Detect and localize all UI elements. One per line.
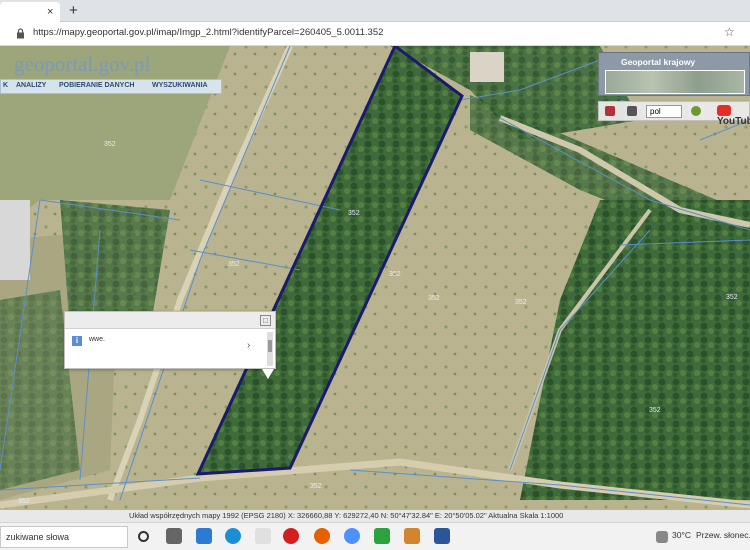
parcel-label: 352: [389, 271, 401, 278]
chrome-icon[interactable]: [344, 528, 360, 544]
menu-item-analizy[interactable]: ANALIZY: [16, 82, 46, 89]
youtube-icon: [717, 105, 731, 116]
parcel-label: 352: [228, 261, 240, 268]
parcel-label: 352: [104, 141, 116, 148]
tray-weather: Przew. słonec...: [696, 530, 750, 540]
flag-icon[interactable]: [605, 106, 615, 116]
print-icon[interactable]: [627, 106, 637, 116]
parcel-label: 352: [428, 295, 440, 302]
address-bar[interactable]: https://mapy.geoportal.gov.pl/imap/Imgp_…: [0, 22, 750, 46]
task-view-icon[interactable]: [166, 528, 182, 544]
menu-item-k[interactable]: K: [3, 82, 8, 89]
info-icon: i: [72, 336, 82, 346]
app-icon[interactable]: [374, 528, 390, 544]
scrollbar-thumb[interactable]: [268, 340, 272, 352]
app-icon[interactable]: [196, 528, 212, 544]
geoportal-krajowy-widget[interactable]: Geoportal krajowy: [598, 52, 750, 96]
explorer-icon[interactable]: [255, 528, 271, 544]
popup-pointer: [262, 369, 274, 379]
browser-tab[interactable]: ×: [0, 2, 60, 22]
tray-temperature: 30°C: [672, 530, 691, 540]
widget-title: Geoportal krajowy: [621, 57, 696, 67]
app-icon[interactable]: [404, 528, 420, 544]
popup-header: □: [65, 312, 275, 329]
logo-text: geoportal.gov.pl: [14, 52, 151, 76]
word-icon[interactable]: [434, 528, 450, 544]
coordinate-bar: Układ współrzędnych mapy 1992 (EPSG 2180…: [0, 510, 750, 522]
menu-item-wyszukiwania[interactable]: WYSZUKIWANIA: [152, 82, 208, 89]
weather-icon[interactable]: [656, 531, 668, 543]
globe-icon[interactable]: [691, 106, 701, 116]
close-icon[interactable]: ×: [47, 6, 53, 18]
cortana-icon[interactable]: [138, 531, 149, 542]
coordinate-readout: Układ współrzędnych mapy 1992 (EPSG 2180…: [129, 511, 564, 520]
language-select[interactable]: pol: [646, 105, 682, 118]
browser-tabbar: × +: [0, 0, 750, 22]
menu-item-pobieranie-danych[interactable]: POBIERANIE DANYCH: [59, 82, 134, 89]
main-menu: K ANALIZY POBIERANIE DANYCH WYSZUKIWANIA: [0, 79, 222, 94]
edge-icon[interactable]: [225, 528, 241, 544]
parcel-label: 352: [310, 483, 322, 490]
popup-text: wwe.: [89, 336, 105, 343]
minimap-thumbnail[interactable]: [605, 70, 745, 94]
parcel-label: 352: [515, 299, 527, 306]
info-popup: □ i wwe. ›: [64, 311, 276, 369]
geoportal-logo[interactable]: geoportal.gov.pl: [14, 52, 150, 77]
parcel-label: 352: [726, 294, 738, 301]
chevron-right-icon[interactable]: ›: [247, 340, 250, 351]
search-placeholder: zukiwane słowa: [6, 532, 70, 542]
building-roof: [0, 200, 30, 280]
parcel-label: 352: [649, 407, 661, 414]
star-icon[interactable]: ☆: [724, 25, 735, 39]
taskbar-search[interactable]: zukiwane słowa: [0, 526, 128, 548]
lock-icon: [17, 28, 24, 39]
parcel-label: 352: [18, 498, 30, 505]
taskbar: zukiwane słowa 30°C Przew. słonec...: [0, 522, 750, 550]
youtube-link[interactable]: YouTube: [717, 105, 750, 127]
close-icon[interactable]: □: [260, 315, 271, 326]
toolbar: pol YouTube: [598, 101, 750, 127]
url-text[interactable]: https://mapy.geoportal.gov.pl/imap/Imgp_…: [33, 27, 383, 38]
firefox-icon[interactable]: [314, 528, 330, 544]
new-tab-button[interactable]: +: [69, 2, 78, 19]
opera-icon[interactable]: [283, 528, 299, 544]
parcel-label: 352: [348, 210, 360, 217]
